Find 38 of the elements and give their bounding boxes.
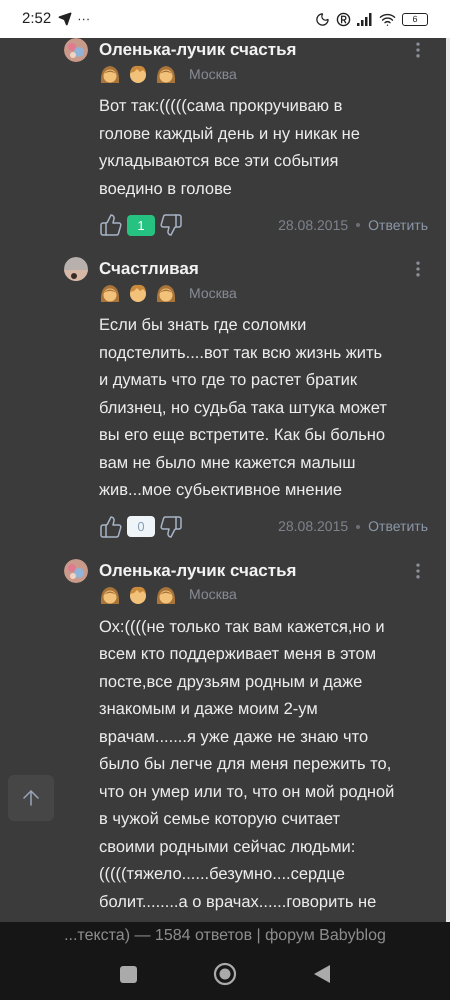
vote-count: 1 [127,214,155,236]
thumbs-up-icon[interactable] [99,213,123,237]
more-notifications: ··· [77,10,90,28]
comment-text: Ох:((((не только так вам кажется,но и всем кто поддерживает меня в этом посте,все друзьям родным и даже знакомым и даже моим 2-ум врачам.......я уже даже не знаю что было бы легче для меня пережить то, что он умер или то, что он мой родной в чужой семье которую считает своими родными сейчас людьми: (((((тяжело......безумно....сердце болит........а о врачах......говорить не [99,616,396,912]
back-icon[interactable] [312,964,330,984]
girl-figure-icon [155,282,177,304]
girl-figure-icon [99,282,121,304]
boy-figure-icon [127,63,149,85]
comment-date: 28.08.2015 [278,216,348,234]
dot-separator-icon [356,223,360,227]
moon-icon [315,12,330,26]
battery-indicator: 6 [402,12,428,26]
comment-date: 28.08.2015 [278,517,348,536]
page-title: ...текста) — 1584 ответов | форум Babyblog [64,926,386,946]
city-label: Москва [189,585,237,604]
dot-separator-icon [356,524,360,528]
registered-icon [336,12,351,26]
reply-link[interactable]: Ответить [368,516,428,537]
reply-link[interactable]: Ответить [368,214,428,236]
comment-text: Вот так:(((((сама прокручиваю в голове каждый день и ну никак не укладываются все эти события воедино в голове [99,96,361,200]
paper-plane-icon [58,12,72,26]
city-label: Москва [189,64,237,84]
home-icon[interactable] [212,962,236,986]
signal-icon [357,12,373,26]
clock: 2:52 [22,8,52,29]
author-name[interactable]: Счастливая [99,257,199,281]
city-label: Москва [189,284,237,302]
recent-apps-icon[interactable] [120,966,136,982]
author-name[interactable]: Оленька-лучик счастья [99,38,296,62]
author-name[interactable]: Оленька-лучик счастья [99,558,296,582]
thumbs-down-icon[interactable] [159,514,183,538]
thumbs-down-icon[interactable] [159,213,183,237]
comment-text: Если бы знать где соломки подстелить....вот так всю жизнь жить и думать что где то растет братик близнец, но судьба така штука может вы его еще встретите. Как бы больно вам не было мне кажется малыш жив...мое субьективное мнение [99,315,388,501]
vote-count: 0 [127,516,155,537]
boy-figure-icon [127,282,149,304]
girl-figure-icon [99,63,121,85]
thumbs-up-icon[interactable] [99,514,123,538]
girl-figure-icon [155,63,177,85]
